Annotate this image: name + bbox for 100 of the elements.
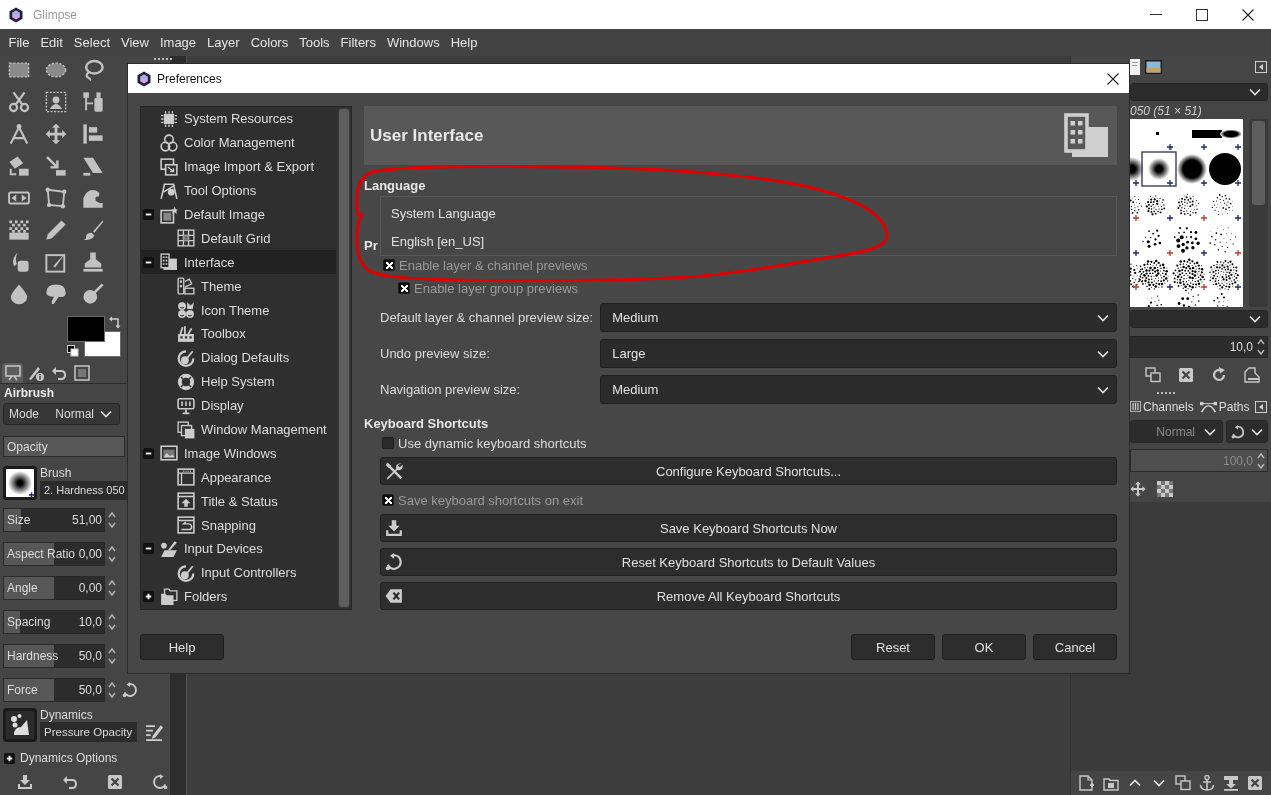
reset-button[interactable]: Reset Keyboard Shortcuts to Default Values <box>380 548 1117 576</box>
dashed-rectangle-icon[interactable] <box>7 59 30 81</box>
collapse-icon[interactable] <box>143 209 154 220</box>
tree-item[interactable]: Window Management <box>141 417 336 442</box>
menu-item[interactable]: Colors <box>245 32 294 53</box>
tree-item[interactable]: Icon Theme <box>141 298 336 322</box>
x-box-icon[interactable] <box>1247 775 1263 791</box>
slider-field[interactable]: Hardness 50,0 <box>3 644 105 668</box>
dropdown-field[interactable] <box>1130 310 1268 328</box>
wave-icon[interactable] <box>81 187 104 209</box>
anchor-icon[interactable] <box>1199 775 1215 791</box>
dock-tab[interactable] <box>2 363 23 383</box>
menu-item[interactable]: Image <box>154 32 202 53</box>
menu-item[interactable]: Windows <box>381 32 446 53</box>
menu-item[interactable]: Edit <box>34 32 69 53</box>
dialog-button[interactable]: Reset <box>851 634 935 660</box>
dashed-ellipse-icon[interactable] <box>44 59 67 81</box>
portrait-frame-icon[interactable] <box>44 91 67 113</box>
slider-field[interactable]: Force 50,0 <box>3 678 105 702</box>
compass-icon[interactable] <box>7 123 30 145</box>
close-icon[interactable] <box>1107 72 1119 85</box>
tree-item[interactable]: Default Grid <box>141 226 336 251</box>
save-button[interactable]: Save Keyboard Shortcuts Now <box>380 514 1117 542</box>
chevron-up-icon[interactable] <box>1129 779 1141 787</box>
edit-list-icon[interactable] <box>145 723 163 741</box>
expand-icon[interactable] <box>4 752 15 764</box>
slider-field[interactable]: Spacing 10,0 <box>3 610 105 634</box>
spin-arrows-icon[interactable] <box>108 579 116 597</box>
dock-tab[interactable] <box>71 363 92 383</box>
parallelogram-icon[interactable] <box>81 155 104 177</box>
remove-button[interactable]: Remove All Keyboard Shortcuts <box>380 582 1117 610</box>
color-swatches-icon[interactable] <box>67 316 121 357</box>
reset-arrow-icon[interactable] <box>122 682 138 698</box>
collapse-icon[interactable] <box>143 447 154 459</box>
spin-arrows-icon[interactable] <box>108 511 116 529</box>
panel-menu-icon[interactable] <box>1255 61 1267 73</box>
tree-item[interactable]: Input Devices <box>141 537 336 561</box>
tree-item[interactable]: Image Windows <box>141 441 336 466</box>
tree-item[interactable]: Folders <box>141 584 336 609</box>
maximize-icon[interactable] <box>1196 8 1208 21</box>
paintbrush-icon[interactable] <box>81 219 104 241</box>
preview-size-dropdown[interactable]: Medium <box>600 303 1117 332</box>
menu-item[interactable]: Filters <box>335 32 382 53</box>
polygon-nodes-icon[interactable] <box>44 187 67 209</box>
new-page-icon[interactable] <box>1079 775 1095 791</box>
dropdown-field[interactable] <box>1130 83 1268 101</box>
brush-field[interactable]: 2. Hardness 050 <box>40 481 127 500</box>
tree-item[interactable]: Title & Status <box>141 489 336 514</box>
preview-size-dropdown[interactable]: Large <box>600 339 1117 368</box>
menu-item[interactable]: Help <box>445 32 483 53</box>
language-option[interactable]: System Language <box>381 199 1116 227</box>
framed-brush-icon[interactable] <box>44 251 67 273</box>
slider-field[interactable]: Aspect Ratio 0,00 <box>3 542 105 566</box>
slider-field[interactable]: Angle 0,00 <box>3 576 105 600</box>
pencil-icon[interactable] <box>44 219 67 241</box>
duplicate-icon[interactable] <box>1145 367 1161 383</box>
dialog-button[interactable]: Help <box>140 634 224 660</box>
transform-shapes-icon[interactable] <box>7 155 30 177</box>
download-icon[interactable] <box>17 774 33 790</box>
disc-handle-icon[interactable] <box>81 283 104 305</box>
checkbox[interactable] <box>382 437 394 449</box>
chevron-down-icon[interactable] <box>1153 779 1165 787</box>
tree-item[interactable]: Input Controllers <box>141 560 336 585</box>
tree-item[interactable]: Tool Options <box>141 178 336 203</box>
corner-arrow-icon[interactable] <box>44 155 67 177</box>
restore-arrow-icon[interactable] <box>152 774 168 790</box>
checkbox[interactable] <box>382 494 394 506</box>
document-thumbnail-icon[interactable] <box>1130 59 1140 75</box>
close-icon[interactable] <box>1242 8 1254 21</box>
configure-button[interactable]: Configure Keyboard Shortcuts... <box>380 457 1117 485</box>
language-option[interactable]: English [en_US] <box>381 227 1116 255</box>
dynamics-field[interactable]: Pressure Opacity <box>40 722 137 742</box>
scrollbar[interactable] <box>1249 119 1268 307</box>
tree-item[interactable]: Interface <box>141 250 336 275</box>
slider-field[interactable]: Size 51,00 <box>3 508 105 532</box>
tree-item[interactable]: Image Import & Export <box>141 154 336 179</box>
tree-item[interactable]: Toolbox <box>141 322 336 346</box>
folder-icon[interactable] <box>1103 775 1119 791</box>
panel-menu-icon[interactable] <box>1255 400 1268 413</box>
tree-item[interactable]: Color Management <box>141 130 336 155</box>
landscape-thumbnail-icon[interactable] <box>1145 60 1162 74</box>
brush-grid[interactable] <box>1130 119 1243 307</box>
number-field[interactable]: 10,0 <box>1130 336 1268 358</box>
dots-shape-icon[interactable] <box>3 708 37 742</box>
scissors-icon[interactable] <box>7 91 30 113</box>
tree-item[interactable]: System Resources <box>141 107 336 131</box>
expand-icon[interactable] <box>143 591 154 603</box>
tree-item[interactable]: Default Image <box>141 202 336 227</box>
x-box-icon[interactable] <box>1178 367 1194 383</box>
dialog-button[interactable]: Cancel <box>1033 634 1117 660</box>
x-box-icon[interactable] <box>107 774 123 790</box>
dialog-button[interactable]: OK <box>942 634 1026 660</box>
spin-arrows-icon[interactable] <box>108 545 116 563</box>
refresh-icon[interactable] <box>1211 367 1227 383</box>
stamp-icon[interactable] <box>81 251 104 273</box>
gradient-icon[interactable] <box>7 219 30 241</box>
dropdown-field[interactable] <box>1226 420 1268 443</box>
tree-item[interactable]: Appearance <box>141 465 336 490</box>
tree-item[interactable]: Display <box>141 393 336 418</box>
node-bottle-icon[interactable] <box>81 91 104 113</box>
